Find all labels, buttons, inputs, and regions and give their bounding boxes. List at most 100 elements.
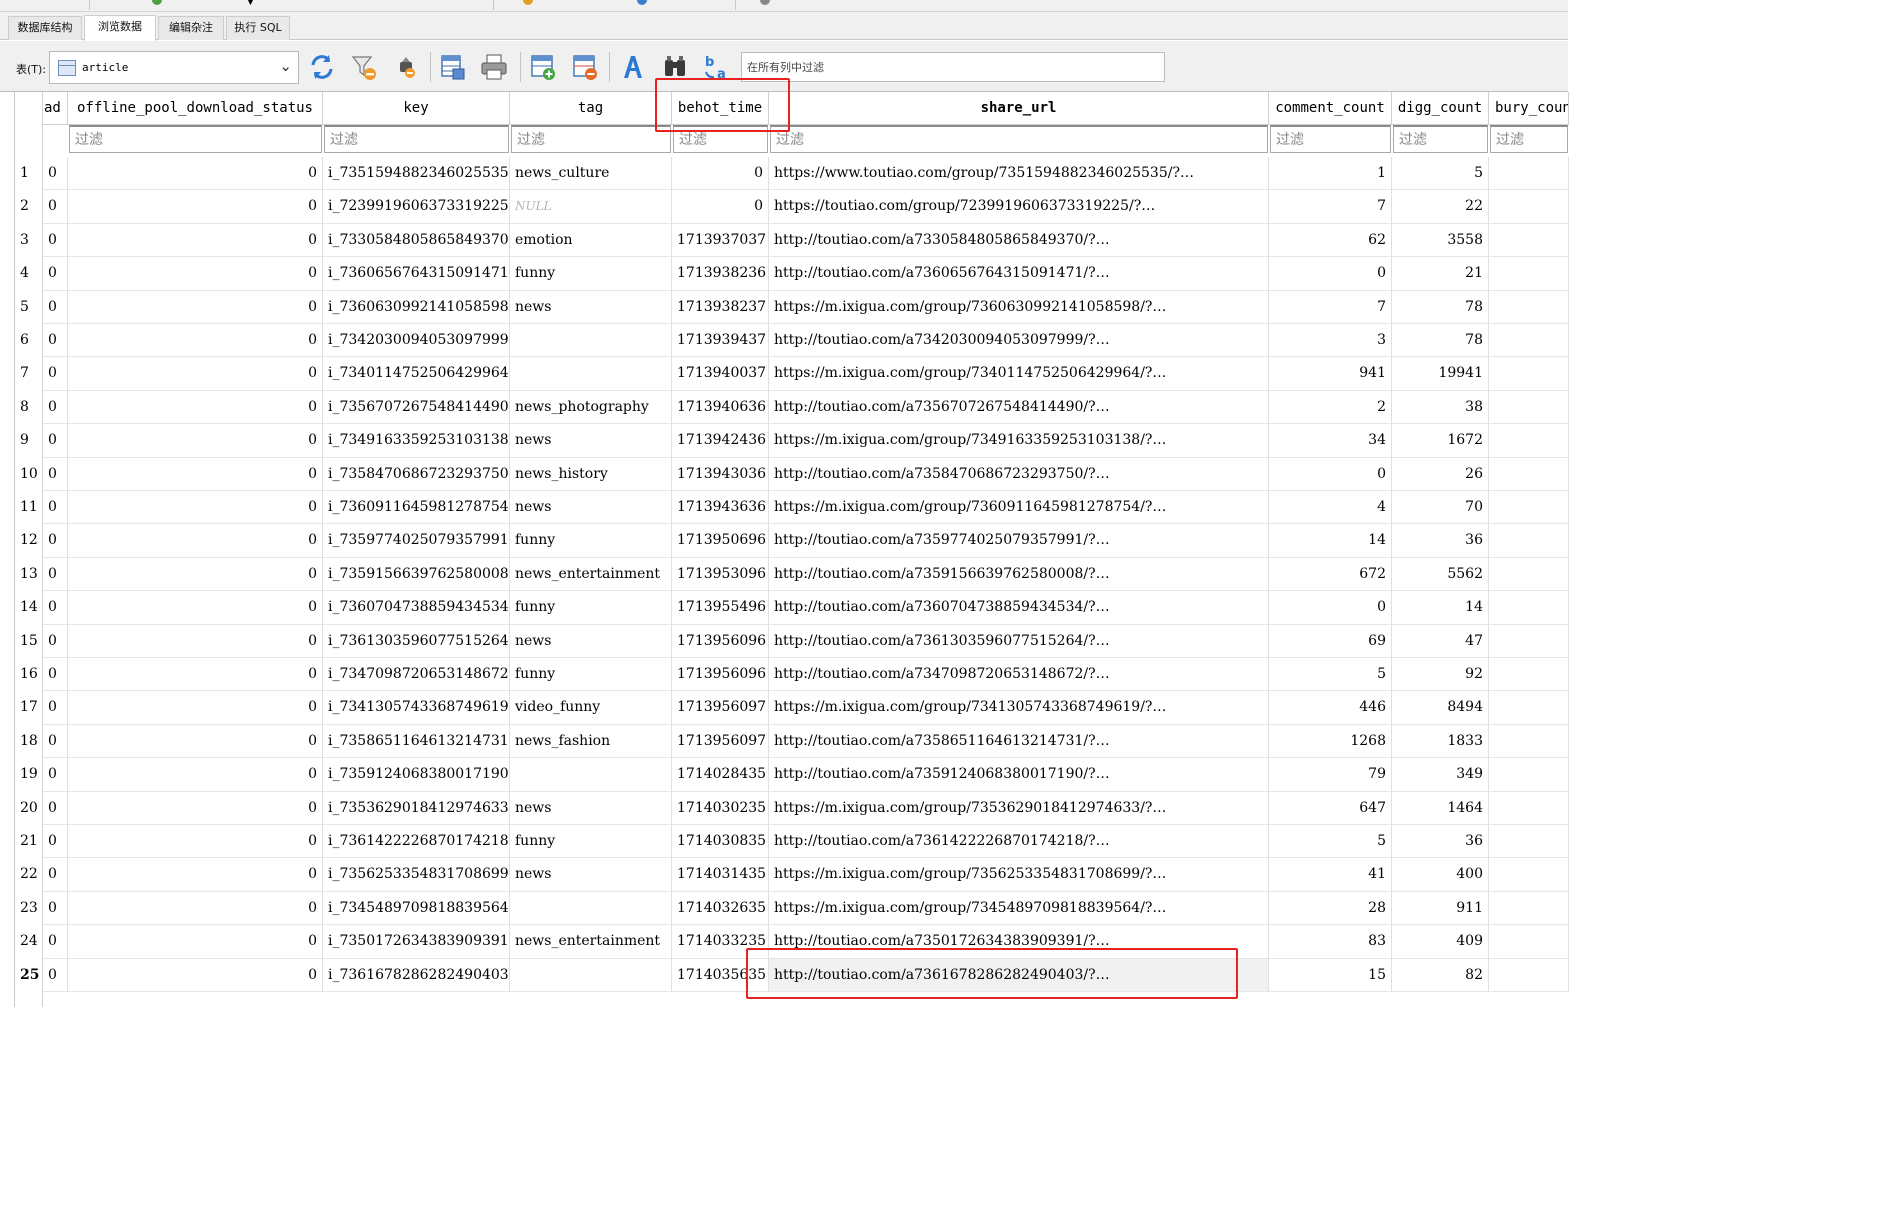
- table-row[interactable]: 0 0 i_7341305743368749619 video_funny 171395…: [43, 691, 1569, 725]
- cell-behot[interactable]: 1713956096: [672, 658, 769, 692]
- cell-digg[interactable]: 36: [1392, 524, 1489, 558]
- cell-share[interactable]: https://m.ixigua.com/group/7353629018412…: [769, 791, 1269, 825]
- cell-digg[interactable]: 14: [1392, 591, 1489, 625]
- cell-tag[interactable]: news: [510, 491, 672, 525]
- cell-digg[interactable]: 5562: [1392, 557, 1489, 592]
- column-filter-digg[interactable]: 过滤: [1393, 125, 1488, 153]
- cell-bury[interactable]: [1489, 758, 1569, 792]
- row-number[interactable]: 14: [15, 591, 43, 624]
- cell-ad[interactable]: 0: [43, 891, 68, 926]
- cell-offline[interactable]: 0: [68, 858, 323, 892]
- table-row[interactable]: 0 0 i_7358651164613214731 news_fashion 17139…: [43, 724, 1569, 759]
- row-number[interactable]: 11: [15, 491, 43, 524]
- cell-share[interactable]: https://m.ixigua.com/group/7356253354831…: [769, 858, 1269, 892]
- cell-share[interactable]: http://toutiao.com/a7359774025079357991/…: [769, 524, 1269, 558]
- cell-bury[interactable]: [1489, 658, 1569, 692]
- column-header-tag[interactable]: tag: [510, 92, 672, 125]
- cell-bury[interactable]: [1489, 557, 1569, 592]
- cell-tag[interactable]: news_photography: [510, 390, 672, 425]
- cell-share[interactable]: http://toutiao.com/a7360656764315091471/…: [769, 257, 1269, 291]
- cell-tag[interactable]: NULL: [510, 190, 672, 224]
- cell-digg[interactable]: 1464: [1392, 791, 1489, 825]
- cell-tag[interactable]: news: [510, 424, 672, 458]
- cell-digg[interactable]: 26: [1392, 457, 1489, 491]
- cell-comment[interactable]: 28: [1269, 891, 1392, 926]
- cell-digg[interactable]: 349: [1392, 758, 1489, 792]
- cell-ad[interactable]: 0: [43, 390, 68, 425]
- cell-offline[interactable]: 0: [68, 658, 323, 692]
- cell-digg[interactable]: 3558: [1392, 223, 1489, 258]
- cell-offline[interactable]: 0: [68, 491, 323, 525]
- cell-key[interactable]: i_7340114752506429964: [323, 357, 510, 391]
- column-header-share[interactable]: share_url: [769, 92, 1269, 125]
- cell-key[interactable]: i_7361678286282490403: [323, 958, 510, 992]
- cell-tag[interactable]: news: [510, 791, 672, 825]
- cell-behot[interactable]: 1714035635: [672, 958, 769, 992]
- cell-key[interactable]: i_7353629018412974633: [323, 791, 510, 825]
- cell-behot[interactable]: 1714030235: [672, 791, 769, 825]
- table-row[interactable]: 0 0 i_7330584805865849370 emotion 1713937037…: [43, 223, 1569, 258]
- table-row[interactable]: 0 0 i_7360704738859434534 funny 1713955496 ht…: [43, 591, 1569, 625]
- table-row[interactable]: 0 0 i_7359124068380017190 1714028435 http://…: [43, 758, 1569, 792]
- cell-ad[interactable]: 0: [43, 791, 68, 825]
- cell-key[interactable]: i_7330584805865849370: [323, 223, 510, 258]
- row-number[interactable]: 1: [15, 157, 43, 190]
- cell-bury[interactable]: [1489, 290, 1569, 324]
- cell-share[interactable]: http://toutiao.com/a7361678286282490403/…: [769, 958, 1269, 992]
- cell-behot[interactable]: 1713950696: [672, 524, 769, 558]
- cell-offline[interactable]: 0: [68, 958, 323, 992]
- column-filter-offline[interactable]: 过滤: [69, 125, 322, 153]
- cell-ad[interactable]: 0: [43, 858, 68, 892]
- row-number[interactable]: 18: [15, 725, 43, 758]
- delete-filter-button[interactable]: [390, 51, 422, 83]
- cell-offline[interactable]: 0: [68, 791, 323, 825]
- cell-key[interactable]: i_7349163359253103138: [323, 424, 510, 458]
- cell-ad[interactable]: 0: [43, 691, 68, 725]
- cell-key[interactable]: i_7350172634383909391: [323, 925, 510, 959]
- tab-edit-pragmas[interactable]: 编辑杂注: [158, 16, 224, 40]
- cell-ad[interactable]: 0: [43, 591, 68, 625]
- cell-comment[interactable]: 0: [1269, 457, 1392, 491]
- cell-bury[interactable]: [1489, 791, 1569, 825]
- cell-comment[interactable]: 79: [1269, 758, 1392, 792]
- cell-share[interactable]: http://toutiao.com/a7360704738859434534/…: [769, 591, 1269, 625]
- cell-ad[interactable]: 0: [43, 457, 68, 491]
- row-number[interactable]: 7: [15, 357, 43, 390]
- cell-offline[interactable]: 0: [68, 424, 323, 458]
- cell-offline[interactable]: 0: [68, 390, 323, 425]
- table-row[interactable]: 0 0 i_7361422226870174218 funny 1714030835 ht…: [43, 825, 1569, 859]
- cell-digg[interactable]: 78: [1392, 290, 1489, 324]
- cell-behot[interactable]: 1714028435: [672, 758, 769, 792]
- cell-digg[interactable]: 38: [1392, 390, 1489, 425]
- cell-key[interactable]: i_7341305743368749619: [323, 691, 510, 725]
- cell-comment[interactable]: 83: [1269, 925, 1392, 959]
- cell-behot[interactable]: 1713938236: [672, 257, 769, 291]
- cell-behot[interactable]: 1713937037: [672, 223, 769, 258]
- cell-behot[interactable]: 1713956096: [672, 624, 769, 658]
- cell-behot[interactable]: 1713943036: [672, 457, 769, 491]
- cell-offline[interactable]: 0: [68, 891, 323, 926]
- cell-tag[interactable]: [510, 891, 672, 926]
- cell-comment[interactable]: 1: [1269, 157, 1392, 191]
- table-row[interactable]: 0 0 i_7345489709818839564 1714032635 https:/…: [43, 891, 1569, 926]
- table-row[interactable]: 0 0 i_7349163359253103138 news 1713942436 htt…: [43, 424, 1569, 458]
- cell-comment[interactable]: 7: [1269, 290, 1392, 324]
- cell-key[interactable]: i_7356253354831708699: [323, 858, 510, 892]
- cell-ad[interactable]: 0: [43, 290, 68, 324]
- cell-behot[interactable]: 1713939437: [672, 324, 769, 358]
- row-number[interactable]: 9: [15, 424, 43, 457]
- cell-bury[interactable]: [1489, 157, 1569, 191]
- cell-key[interactable]: i_7359774025079357991: [323, 524, 510, 558]
- cell-bury[interactable]: [1489, 891, 1569, 926]
- cell-digg[interactable]: 36: [1392, 825, 1489, 859]
- cell-share[interactable]: https://www.toutiao.com/group/7351594882…: [769, 157, 1269, 191]
- cell-tag[interactable]: emotion: [510, 223, 672, 258]
- cell-ad[interactable]: 0: [43, 724, 68, 759]
- cell-tag[interactable]: funny: [510, 257, 672, 291]
- cell-key[interactable]: i_7342030094053097999: [323, 324, 510, 358]
- cell-tag[interactable]: funny: [510, 591, 672, 625]
- cell-share[interactable]: https://m.ixigua.com/group/7360911645981…: [769, 491, 1269, 525]
- cell-offline[interactable]: 0: [68, 324, 323, 358]
- row-number[interactable]: 16: [15, 658, 43, 691]
- delete-record-button[interactable]: [569, 51, 601, 83]
